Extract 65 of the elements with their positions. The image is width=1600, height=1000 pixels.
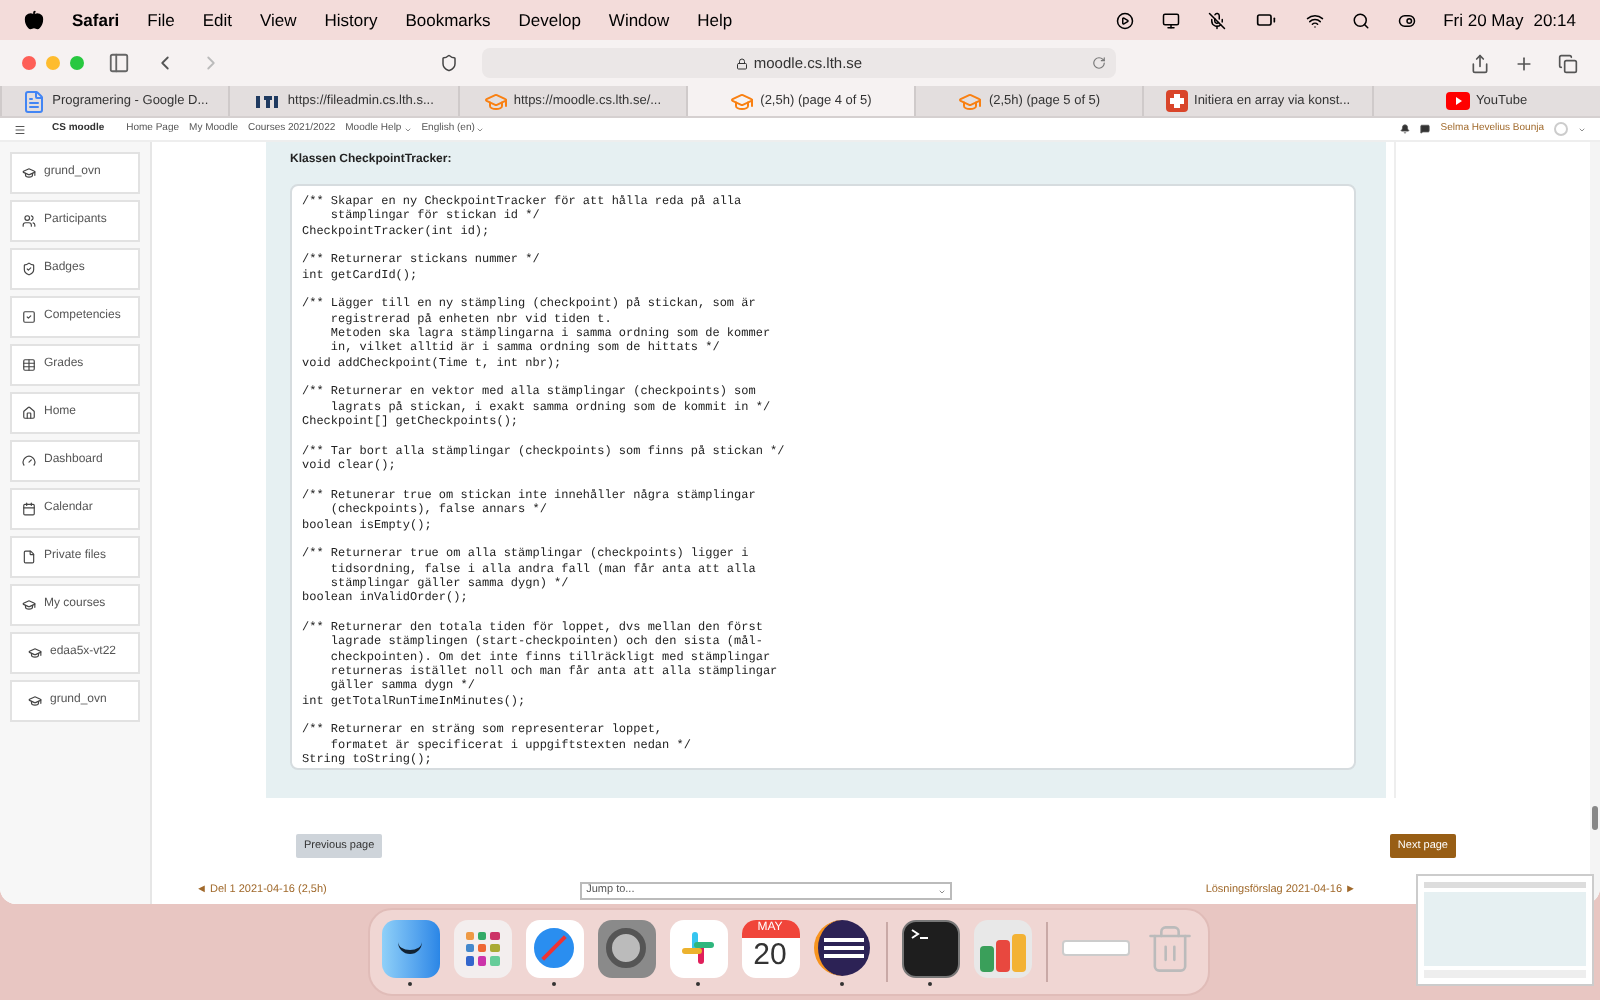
cross-square-icon (1166, 90, 1189, 112)
home-icon (22, 406, 36, 420)
menu-item[interactable]: Develop (518, 7, 581, 33)
scrollbar-thumb (1592, 806, 1598, 830)
document-icon (22, 89, 47, 113)
app-menu[interactable]: Safari (72, 7, 120, 33)
check-icon (22, 310, 36, 324)
running-indicator (696, 981, 700, 985)
graduation-cap-icon (483, 89, 508, 113)
bell-icon[interactable] (1400, 124, 1411, 134)
calendar-day: 20 (753, 937, 787, 973)
app-grid-icon[interactable] (453, 919, 511, 977)
hash-logo-icon[interactable] (669, 919, 727, 977)
terminal-icon[interactable] (901, 919, 959, 977)
share-icon[interactable] (1470, 53, 1490, 73)
menu-item[interactable]: File (147, 7, 175, 33)
reload-icon[interactable] (1092, 56, 1106, 70)
compass-icon[interactable] (525, 919, 583, 977)
table-icon (22, 358, 36, 372)
shield-icon[interactable] (440, 54, 458, 72)
microphone-off-icon[interactable] (1207, 11, 1226, 29)
letters-logo-icon (253, 93, 282, 109)
tabs-overview-icon[interactable] (1558, 53, 1578, 73)
running-indicator (552, 981, 556, 985)
graduation-cap-icon (22, 166, 36, 180)
calendar-icon (22, 502, 36, 516)
file-icon (22, 550, 36, 564)
lock-icon (735, 57, 748, 69)
menu-bar-time[interactable]: 20:14 (1533, 7, 1576, 33)
folder-stack-icon[interactable] (973, 919, 1031, 977)
chat-icon[interactable] (1420, 124, 1431, 134)
shield-icon (22, 262, 36, 276)
battery-icon[interactable] (1253, 10, 1278, 30)
sidebar-icon[interactable] (108, 52, 130, 74)
menu-item[interactable]: View (259, 7, 297, 33)
running-indicator (408, 981, 412, 985)
users-icon (22, 214, 36, 228)
graduation-cap-icon (22, 598, 36, 612)
close-button[interactable] (22, 56, 36, 70)
window-thumbnail-icon[interactable] (1061, 940, 1129, 956)
play-icon[interactable] (1115, 11, 1134, 29)
apple-icon[interactable] (24, 10, 44, 30)
new-tab-icon[interactable] (1514, 53, 1534, 73)
menu-icon[interactable] (14, 123, 26, 135)
graduation-cap-icon (28, 646, 42, 660)
face-app-icon[interactable] (381, 919, 439, 977)
running-indicator (928, 981, 932, 985)
menu-item[interactable]: History (324, 7, 378, 33)
graduation-cap-icon (28, 694, 42, 708)
display-icon[interactable] (1161, 11, 1180, 29)
control-center-icon[interactable] (1397, 11, 1416, 29)
menu-item[interactable]: Edit (202, 7, 232, 33)
graduation-cap-icon (730, 89, 755, 113)
search-icon[interactable] (1351, 11, 1370, 29)
settings-icon[interactable] (597, 919, 655, 977)
running-indicator (840, 981, 844, 985)
wifi-icon[interactable] (1305, 11, 1324, 29)
graduation-cap-icon (958, 89, 983, 113)
menu-bar-date[interactable]: Fri 20 May (1443, 7, 1524, 33)
play-logo-icon (1446, 92, 1471, 110)
screen-thumbnail[interactable] (1416, 874, 1594, 986)
menu-item[interactable]: Help (697, 7, 733, 33)
menu-item[interactable]: Window (608, 7, 670, 33)
gauge-icon (22, 454, 36, 468)
menu-item[interactable]: Bookmarks (405, 7, 491, 33)
